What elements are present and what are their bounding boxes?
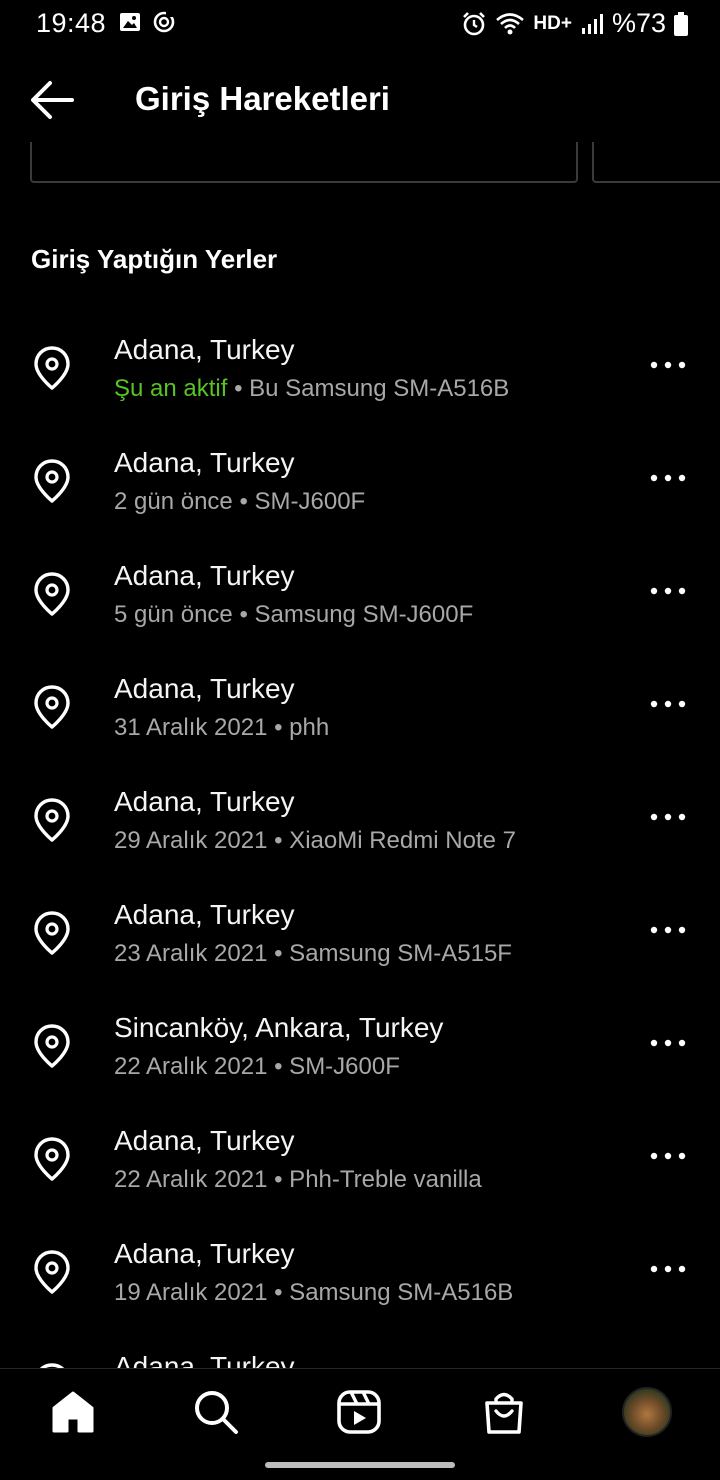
more-options-icon[interactable] [648,802,688,832]
more-options-icon[interactable] [648,576,688,606]
location-pin-icon [34,459,70,503]
location-pin-icon [34,1024,70,1068]
map-card[interactable] [30,142,578,183]
active-status: Şu an aktif [114,375,228,402]
sync-icon [153,11,175,33]
location-pin-icon [34,1250,70,1294]
back-button[interactable] [28,78,78,122]
home-indicator[interactable] [265,1462,455,1468]
more-options-icon[interactable] [648,1254,688,1284]
status-bar: 19:48 HD+ %73 [0,0,720,48]
map-card[interactable] [592,142,720,183]
reels-icon [337,1390,381,1434]
location-name: Adana, Turkey [114,560,295,591]
search-icon [195,1391,238,1434]
more-options-icon[interactable] [648,350,688,380]
list-item[interactable]: Adana, Turkey 2 gün önce • SM-J600F [0,433,720,546]
image-icon [120,13,140,31]
location-name: Sincanköy, Ankara, Turkey [114,1012,444,1043]
login-detail: 19 Aralık 2021 • Samsung SM-A516B [114,1279,514,1306]
network-type: HD+ [533,12,572,34]
nav-home[interactable] [45,1387,101,1437]
location-name: Adana, Turkey [114,447,295,478]
status-time: 19:48 [36,8,107,38]
wifi-icon [496,12,525,34]
alarm-icon [463,11,486,35]
login-activity-list: Adana, Turkey Şu an aktif • Bu Samsung S… [0,320,720,1368]
map-cards-row [0,142,720,184]
location-name: Adana, Turkey [114,1351,295,1368]
battery-level: %73 [611,8,666,38]
login-detail: 22 Aralık 2021 • Phh-Treble vanilla [114,1166,482,1193]
list-item[interactable]: Adana, Turkey 22 Aralık 2021 • Phh-Trebl… [0,1111,720,1224]
list-item[interactable]: Adana, Turkey [0,1337,720,1368]
nav-reels[interactable] [331,1387,387,1437]
page-title: Giriş Hareketleri [135,80,390,117]
battery-icon [674,11,688,36]
arrow-left-icon [31,81,74,119]
more-options-icon[interactable] [648,915,688,945]
nav-profile[interactable] [619,1387,675,1437]
location-pin-icon [34,911,70,955]
login-detail: 29 Aralık 2021 • XiaoMi Redmi Note 7 [114,827,516,854]
list-item[interactable]: Adana, Turkey 29 Aralık 2021 • XiaoMi Re… [0,772,720,885]
login-detail: 2 gün önce • SM-J600F [114,488,366,515]
location-pin-icon [34,1137,70,1181]
status-right: HD+ %73 [461,8,688,39]
more-options-icon[interactable] [648,1141,688,1171]
location-name: Adana, Turkey [114,899,295,930]
section-title: Giriş Yaptığın Yerler [31,244,278,274]
shop-icon [485,1392,523,1434]
login-detail: 31 Aralık 2021 • phh [114,714,330,741]
signal-icon [581,13,603,34]
list-item[interactable]: Adana, Turkey Şu an aktif • Bu Samsung S… [0,320,720,433]
location-name: Adana, Turkey [114,1238,295,1269]
profile-avatar [622,1387,672,1437]
location-name: Adana, Turkey [114,334,295,365]
status-left-icons [118,10,176,34]
location-name: Adana, Turkey [114,673,295,704]
login-detail: 22 Aralık 2021 • SM-J600F [114,1053,400,1080]
location-pin-icon [34,572,70,616]
location-name: Adana, Turkey [114,1125,295,1156]
more-options-icon[interactable] [648,1028,688,1058]
device-info: • Bu Samsung SM-A516B [234,375,510,402]
more-options-icon[interactable] [648,463,688,493]
location-pin-icon [34,685,70,729]
login-detail: 5 gün önce • Samsung SM-J600F [114,601,474,628]
location-pin-icon [34,798,70,842]
list-item[interactable]: Adana, Turkey 5 gün önce • Samsung SM-J6… [0,546,720,659]
header: Giriş Hareketleri [0,58,720,142]
location-pin-icon [34,346,70,390]
home-icon [52,1391,94,1433]
list-item[interactable]: Sincanköy, Ankara, Turkey 22 Aralık 2021… [0,998,720,1111]
list-item[interactable]: Adana, Turkey 19 Aralık 2021 • Samsung S… [0,1224,720,1337]
more-options-icon[interactable] [648,689,688,719]
list-item[interactable]: Adana, Turkey 23 Aralık 2021 • Samsung S… [0,885,720,998]
login-detail: Şu an aktif • Bu Samsung SM-A516B [114,375,509,403]
login-detail: 23 Aralık 2021 • Samsung SM-A515F [114,940,512,967]
location-name: Adana, Turkey [114,786,295,817]
nav-shop[interactable] [476,1387,532,1437]
list-item[interactable]: Adana, Turkey 31 Aralık 2021 • phh [0,659,720,772]
nav-search[interactable] [188,1387,244,1437]
